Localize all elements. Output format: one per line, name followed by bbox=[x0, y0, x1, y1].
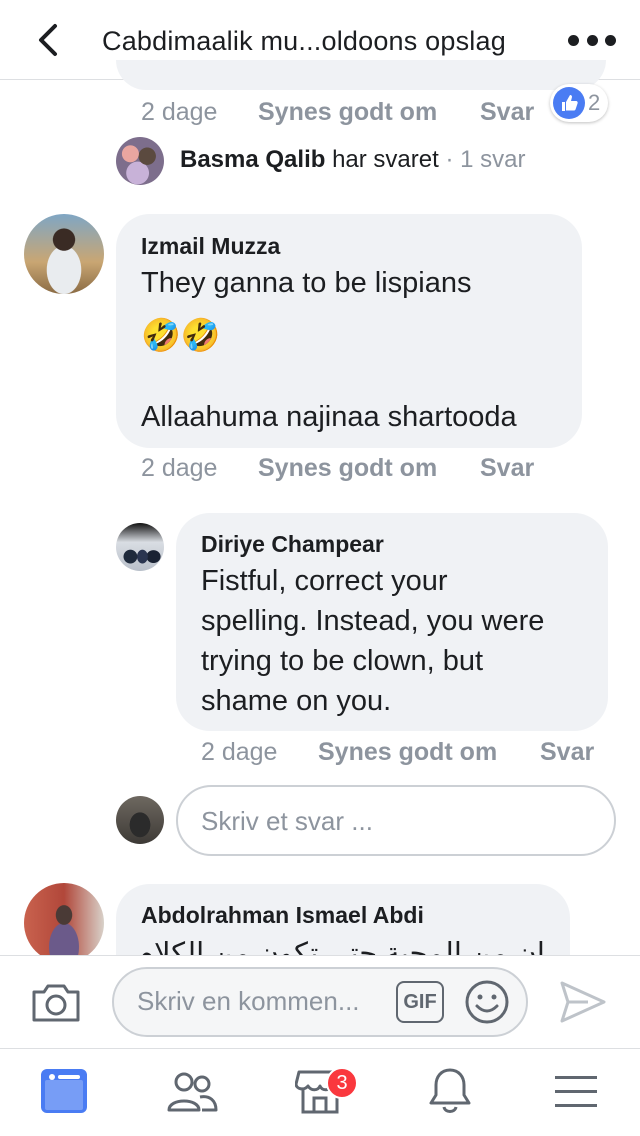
dot bbox=[568, 34, 579, 46]
dot bbox=[586, 34, 598, 46]
reply-text-line: trying to be clown, but bbox=[201, 645, 484, 677]
camera-button[interactable] bbox=[30, 980, 82, 1024]
avatar[interactable] bbox=[24, 883, 104, 963]
separator: · bbox=[445, 146, 454, 173]
smiley-icon bbox=[465, 980, 509, 1024]
emoji-button[interactable] bbox=[464, 979, 510, 1025]
news-feed-icon bbox=[41, 1069, 87, 1113]
gif-icon: GIF bbox=[403, 990, 437, 1013]
avatar[interactable] bbox=[116, 137, 164, 185]
current-user-avatar bbox=[116, 796, 164, 844]
reply-author[interactable]: Diriye Champear bbox=[201, 531, 384, 558]
tab-menu[interactable] bbox=[554, 1074, 598, 1110]
friends-icon bbox=[167, 1072, 218, 1112]
reaction-count: 2 bbox=[588, 90, 601, 115]
comment-timestamp: 2 dage bbox=[141, 454, 218, 482]
like-reaction-icon bbox=[553, 87, 585, 119]
back-button[interactable] bbox=[30, 22, 66, 58]
chevron-left-icon bbox=[39, 24, 57, 56]
comment-author-name[interactable]: Abdolrahman Ismael Abdi bbox=[141, 902, 424, 929]
comment-text-line: They ganna to be lispians bbox=[141, 267, 472, 299]
tab-news-feed[interactable] bbox=[40, 1068, 88, 1114]
tab-notifications[interactable] bbox=[428, 1066, 472, 1116]
reply-author-name: Basma Qalib bbox=[180, 146, 326, 173]
reply-comment-button[interactable]: Svar bbox=[480, 98, 534, 127]
reply-timestamp: 2 dage bbox=[201, 738, 278, 766]
comment-author-name[interactable]: Izmail Muzza bbox=[141, 233, 280, 260]
comment-text-line: Allaahuma najinaa shartooda bbox=[141, 401, 517, 433]
reply-count: 1 svar bbox=[460, 146, 526, 173]
reply-text-line: shame on you. bbox=[201, 685, 392, 717]
hamburger-menu-icon bbox=[555, 1076, 597, 1107]
gif-button[interactable]: GIF bbox=[396, 981, 444, 1023]
previous-comment-bubble-tail bbox=[116, 60, 606, 90]
camera-icon bbox=[32, 984, 80, 1022]
comment-emoji: 🤣🤣 bbox=[141, 317, 221, 353]
page-title: Cabdimaalik mu...oldoons opslag bbox=[102, 26, 506, 56]
send-button[interactable] bbox=[558, 979, 608, 1025]
reaction-count-pill[interactable]: 2 bbox=[550, 84, 608, 122]
like-reply-button[interactable]: Synes godt om bbox=[318, 738, 497, 767]
reply-text-line: spelling. Instead, you were bbox=[201, 605, 545, 637]
more-options-button[interactable] bbox=[568, 30, 616, 50]
reply-summary[interactable]: Basma Qalib har svaret · 1 svar bbox=[180, 146, 526, 174]
reply-comment-button[interactable]: Svar bbox=[480, 454, 534, 483]
send-icon bbox=[560, 981, 606, 1023]
comment-input-placeholder: Skriv en kommen... bbox=[137, 986, 360, 1016]
reply-input-placeholder: Skriv et svar ... bbox=[201, 806, 373, 836]
reply-text-line: Fistful, correct your bbox=[201, 565, 448, 597]
notification-badge: 3 bbox=[326, 1067, 358, 1099]
bell-icon bbox=[429, 1068, 471, 1113]
dot bbox=[605, 34, 616, 46]
tab-friends[interactable] bbox=[166, 1070, 218, 1114]
comment-timestamp: 2 dage bbox=[141, 98, 218, 126]
avatar[interactable] bbox=[24, 214, 104, 294]
like-comment-button[interactable]: Synes godt om bbox=[258, 98, 437, 127]
like-comment-button[interactable]: Synes godt om bbox=[258, 454, 437, 483]
reply-to-reply-button[interactable]: Svar bbox=[540, 738, 594, 767]
avatar[interactable] bbox=[116, 523, 164, 571]
reply-action-text: har svaret bbox=[332, 146, 439, 173]
